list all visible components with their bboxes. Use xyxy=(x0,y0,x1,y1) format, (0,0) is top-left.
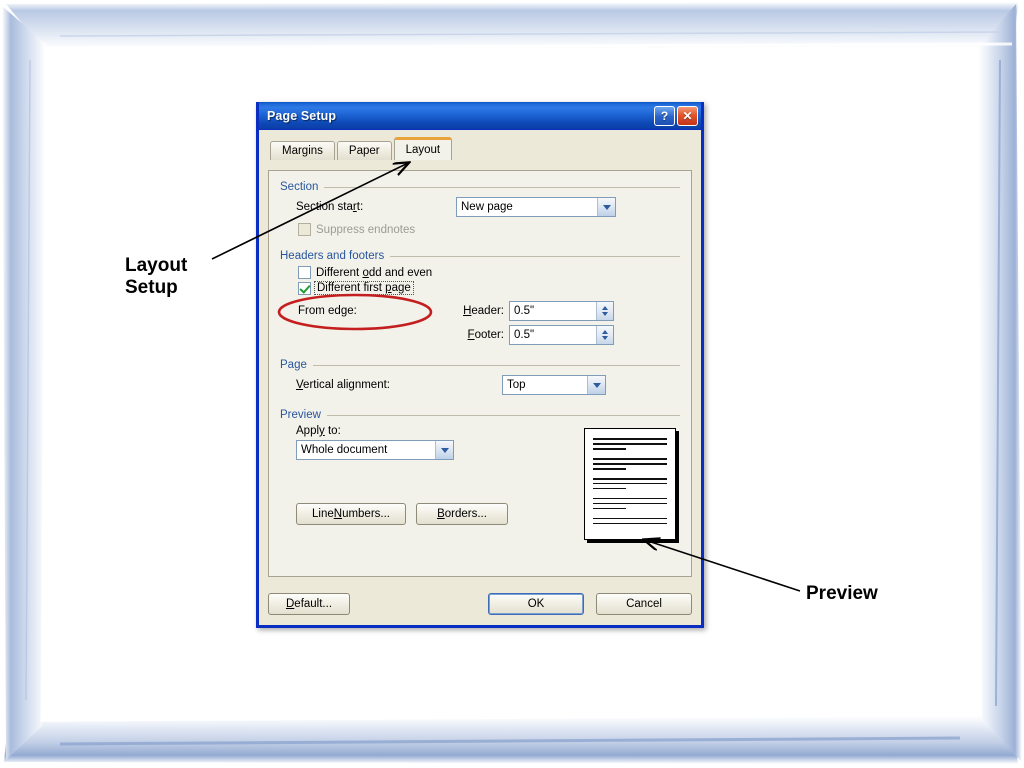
preview-group-title: Preview xyxy=(280,409,321,421)
preview-group-rule xyxy=(326,414,680,416)
preview-line xyxy=(593,482,667,485)
different-odd-even-row[interactable]: Different odd and even xyxy=(298,266,680,279)
annotation-layout-setup: Layout Setup xyxy=(125,255,188,299)
preview-line xyxy=(593,447,626,450)
dialog-body: Margins Paper Layout Section Section sta… xyxy=(259,130,701,625)
vertical-alignment-label: Vertical alignment: xyxy=(296,379,390,391)
page-setup-dialog: Page Setup ? ✕ Margins Paper Layout Sect… xyxy=(256,102,704,628)
ok-button[interactable]: OK xyxy=(488,593,584,615)
tab-layout[interactable]: Layout xyxy=(393,137,453,160)
header-spinner[interactable]: 0.5" xyxy=(509,301,614,321)
footer-from-edge-row: Footer: 0.5" xyxy=(298,325,680,345)
vertical-alignment-combo[interactable]: Top xyxy=(502,375,606,395)
preview-buttons: Line Numbers... Borders... xyxy=(296,503,508,525)
chevron-down-icon[interactable] xyxy=(435,441,453,459)
preview-line xyxy=(593,507,626,510)
default-button[interactable]: Default... xyxy=(268,593,350,615)
page-preview-thumbnail xyxy=(584,428,676,540)
section-start-combo[interactable]: New page xyxy=(456,197,616,217)
preview-line xyxy=(593,477,667,480)
headers-footers-group-title: Headers and footers xyxy=(280,250,385,262)
spinner-down-icon[interactable] xyxy=(602,312,608,316)
section-group-rule xyxy=(324,186,680,188)
footer-value: 0.5" xyxy=(514,329,535,341)
suppress-endnotes-checkbox[interactable] xyxy=(298,223,311,236)
section-group-title: Section xyxy=(280,181,319,193)
vertical-alignment-value: Top xyxy=(507,379,526,391)
different-odd-even-label: Different odd and even xyxy=(316,266,433,279)
footer-label: Footer: xyxy=(467,329,504,341)
spinner-down-icon[interactable] xyxy=(602,336,608,340)
close-icon[interactable]: ✕ xyxy=(677,105,698,126)
different-first-page-row[interactable]: Different first page xyxy=(298,281,680,295)
dialog-titlebar[interactable]: Page Setup ? ✕ xyxy=(259,102,701,130)
preview-line xyxy=(593,467,626,470)
preview-group-header: Preview xyxy=(280,409,680,421)
preview-line xyxy=(593,438,667,440)
line-numbers-button[interactable]: Line Numbers... xyxy=(296,503,406,525)
section-start-value: New page xyxy=(461,201,513,213)
borders-button[interactable]: Borders... xyxy=(416,503,508,525)
tab-margins[interactable]: Margins xyxy=(270,141,335,160)
spinner-up-icon[interactable] xyxy=(602,306,608,310)
cancel-button[interactable]: Cancel xyxy=(596,593,692,615)
preview-content: Apply to: Whole document Line N umbers..… xyxy=(296,425,680,540)
different-first-page-checkbox[interactable] xyxy=(298,281,311,295)
headers-footers-group-header: Headers and footers xyxy=(280,250,680,262)
section-group-header: Section xyxy=(280,181,680,193)
header-from-edge-row: From edge: Header: 0.5" xyxy=(298,301,680,321)
tab-strip: Margins Paper Layout xyxy=(270,137,692,160)
help-icon[interactable]: ? xyxy=(654,105,675,126)
apply-to-value: Whole document xyxy=(301,444,388,456)
dialog-footer: Default... OK Cancel xyxy=(268,591,692,617)
from-edge-label: From edge: xyxy=(298,305,357,317)
header-label: Header: xyxy=(463,305,504,317)
preview-line xyxy=(593,502,667,505)
tab-paper[interactable]: Paper xyxy=(336,141,392,160)
footer-spinner-buttons[interactable] xyxy=(596,326,613,344)
page-group-header: Page xyxy=(280,359,680,371)
chevron-down-icon[interactable] xyxy=(587,376,605,394)
page-group-title: Page xyxy=(280,359,307,371)
vertical-alignment-row: Vertical alignment: Top xyxy=(296,375,680,395)
chevron-down-icon[interactable] xyxy=(597,198,615,216)
section-start-label: Section start: xyxy=(296,201,364,213)
layout-tab-panel: Section Section start: New page Suppress… xyxy=(268,170,692,577)
suppress-endnotes-label: Suppress endnotes xyxy=(316,223,416,236)
dialog-title: Page Setup xyxy=(267,108,337,123)
page-group-rule xyxy=(312,364,680,366)
preview-line xyxy=(593,522,667,525)
annotation-preview: Preview xyxy=(806,583,878,604)
preview-line xyxy=(593,442,667,445)
headers-footers-group-rule xyxy=(390,255,680,257)
footer-spinner[interactable]: 0.5" xyxy=(509,325,614,345)
apply-to-combo[interactable]: Whole document xyxy=(296,440,454,460)
preview-line xyxy=(593,517,667,520)
different-first-page-label: Different first page xyxy=(314,281,414,295)
suppress-endnotes-row[interactable]: Suppress endnotes xyxy=(298,223,680,236)
preview-line xyxy=(593,462,667,465)
section-start-row: Section start: New page xyxy=(296,197,680,217)
preview-line xyxy=(593,497,667,500)
header-spinner-buttons[interactable] xyxy=(596,302,613,320)
different-odd-even-checkbox[interactable] xyxy=(298,266,311,279)
preview-line xyxy=(593,487,626,490)
preview-line xyxy=(593,457,667,460)
spinner-up-icon[interactable] xyxy=(602,330,608,334)
header-value: 0.5" xyxy=(514,305,535,317)
